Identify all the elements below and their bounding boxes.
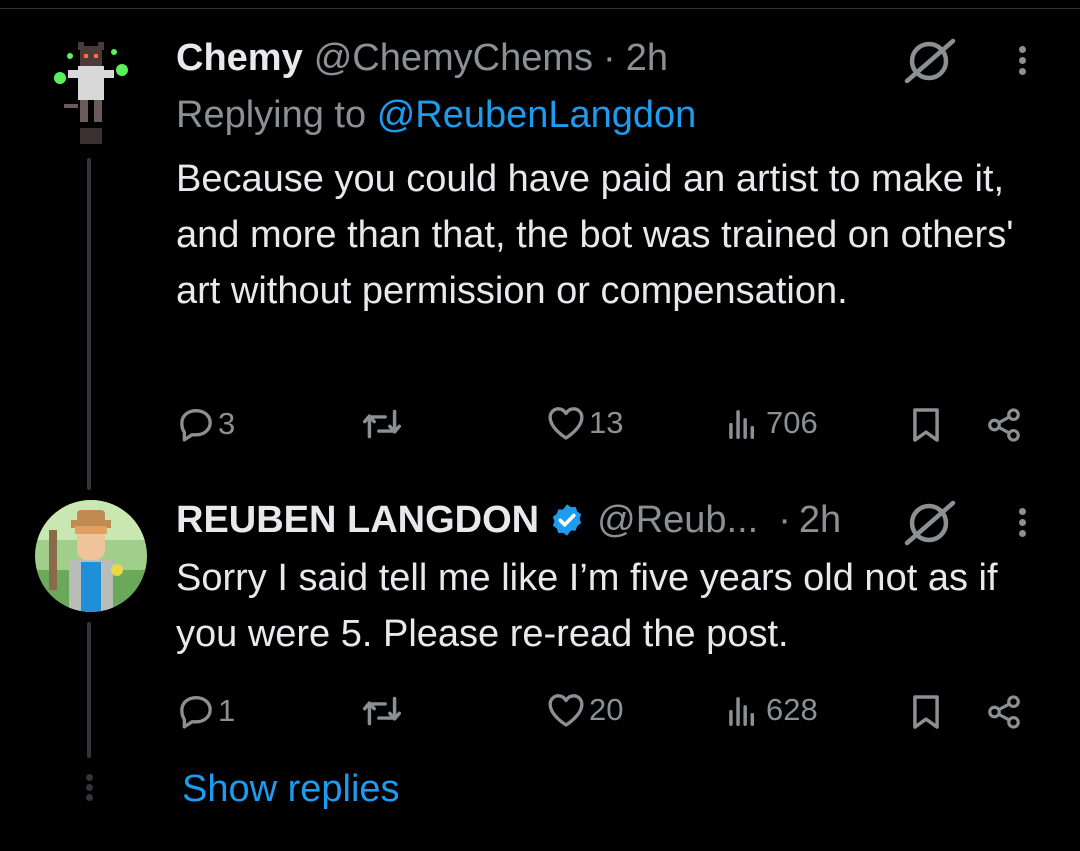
handle[interactable]: @ChemyChems [314,37,593,80]
like-button[interactable]: 20 [546,691,623,729]
avatar-reuben[interactable] [35,500,147,612]
share-icon[interactable] [984,693,1024,731]
bookmark-icon[interactable] [910,693,942,731]
repost-icon [362,409,402,439]
views-icon [729,410,755,439]
top-divider [0,8,1080,9]
tweet-text: Because you could have paid an artist to… [176,158,1014,312]
more-options-icon[interactable] [1019,504,1026,541]
avatar-chemy[interactable] [50,38,132,148]
separator: · [778,498,791,541]
grok-icon[interactable] [903,499,959,547]
reply-icon [180,696,212,729]
timestamp[interactable]: 2h [799,499,841,542]
views-count: 706 [766,405,818,440]
views-button[interactable]: 628 [722,691,818,729]
repost-icon [362,696,402,726]
tweet-header: REUBEN LANGDON @Reub... · 2h [176,495,841,545]
display-name[interactable]: REUBEN LANGDON [176,499,539,542]
replying-prefix: Replying to [176,94,367,136]
replying-to-line: Replying to @ReubenLangdon [176,94,696,137]
more-options-icon[interactable] [1019,42,1026,79]
reply-icon [180,409,212,442]
like-count: 13 [589,405,624,440]
timestamp[interactable]: 2h [626,37,668,80]
verified-badge-icon [553,504,582,536]
repost-button[interactable] [360,692,404,730]
thread-line-2 [87,622,91,758]
repost-button[interactable] [360,405,404,443]
bookmark-icon[interactable] [910,406,942,444]
handle[interactable]: @Reub... [597,499,758,542]
share-icon[interactable] [984,406,1024,444]
show-replies-link[interactable]: Show replies [182,768,400,811]
tweet-text: Sorry I said tell me like I’m five years… [176,557,998,655]
reply-count: 3 [218,406,236,441]
views-button[interactable]: 706 [722,404,818,442]
views-count: 628 [766,692,818,727]
heart-icon [548,407,584,440]
tweet-header: Chemy @ChemyChems · 2h [176,33,668,83]
separator: · [603,36,616,79]
reply-count: 1 [218,693,236,728]
thread-continuation-dots [86,771,93,804]
like-count: 20 [589,692,624,727]
heart-icon [548,694,584,727]
reply-button[interactable]: 1 [176,691,235,731]
thread-line-1 [87,158,91,490]
display-name[interactable]: Chemy [176,37,303,80]
reply-button[interactable]: 3 [176,404,235,444]
views-icon [729,697,755,726]
grok-icon[interactable] [903,37,959,85]
like-button[interactable]: 13 [546,404,623,442]
replying-to-handle[interactable]: @ReubenLangdon [377,94,697,136]
